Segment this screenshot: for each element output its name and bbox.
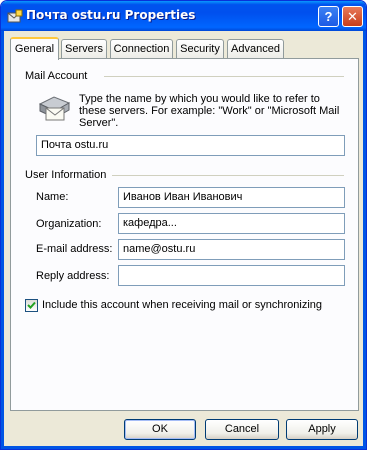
tab-servers[interactable]: Servers (61, 39, 107, 59)
email-label: E-mail address: (36, 243, 113, 255)
checkmark-icon (27, 301, 36, 309)
user-information-group-label: User Information (25, 169, 107, 181)
organization-label: Organization: (36, 218, 102, 230)
reply-address-label: Reply address: (36, 270, 110, 282)
close-button[interactable]: ✕ (342, 6, 363, 27)
tab-general-label: General (14, 43, 55, 55)
include-account-label[interactable]: Include this account when receiving mail… (42, 299, 322, 311)
mail-account-group-label: Mail Account (25, 70, 88, 82)
include-account-checkbox[interactable] (25, 299, 38, 312)
ok-button[interactable]: OK (124, 419, 196, 440)
tab-security-label: Security (180, 43, 220, 55)
apply-button-label: Apply (308, 423, 336, 435)
tab-servers-label: Servers (65, 43, 103, 55)
email-input[interactable]: name@ostu.ru (118, 239, 345, 260)
properties-dialog: Почта ostu.ru Properties ? ✕ General Ser… (0, 0, 367, 450)
name-input[interactable]: Иванов Иван Иванович (118, 187, 345, 208)
cancel-button[interactable]: Cancel (205, 419, 279, 440)
tab-connection[interactable]: Connection (110, 39, 173, 59)
mail-account-icon (38, 96, 71, 121)
window-title: Почта ostu.ru Properties (26, 8, 196, 22)
general-tab-panel: Mail Account Type the name by which you … (10, 58, 359, 411)
mail-account-icon (7, 9, 23, 23)
title-bar[interactable]: Почта ostu.ru Properties ? ✕ (1, 1, 366, 31)
tab-general[interactable]: General (10, 37, 59, 60)
close-icon: ✕ (347, 8, 358, 24)
mail-account-divider (104, 76, 344, 77)
name-label: Name: (36, 191, 69, 203)
reply-address-input[interactable] (118, 265, 345, 286)
account-name-input[interactable]: Почта ostu.ru (36, 135, 345, 156)
help-icon: ? (324, 9, 333, 24)
apply-button[interactable]: Apply (286, 419, 358, 440)
help-button[interactable]: ? (318, 6, 339, 27)
tab-advanced[interactable]: Advanced (227, 39, 284, 59)
organization-input[interactable]: кафедра... (118, 213, 345, 234)
mail-account-description: Type the name by which you would like to… (79, 93, 340, 129)
user-information-divider (112, 175, 344, 176)
tab-advanced-label: Advanced (231, 43, 280, 55)
ok-button-label: OK (152, 423, 168, 435)
tab-connection-label: Connection (113, 43, 170, 55)
cancel-button-label: Cancel (224, 423, 260, 435)
tab-security[interactable]: Security (176, 39, 224, 59)
